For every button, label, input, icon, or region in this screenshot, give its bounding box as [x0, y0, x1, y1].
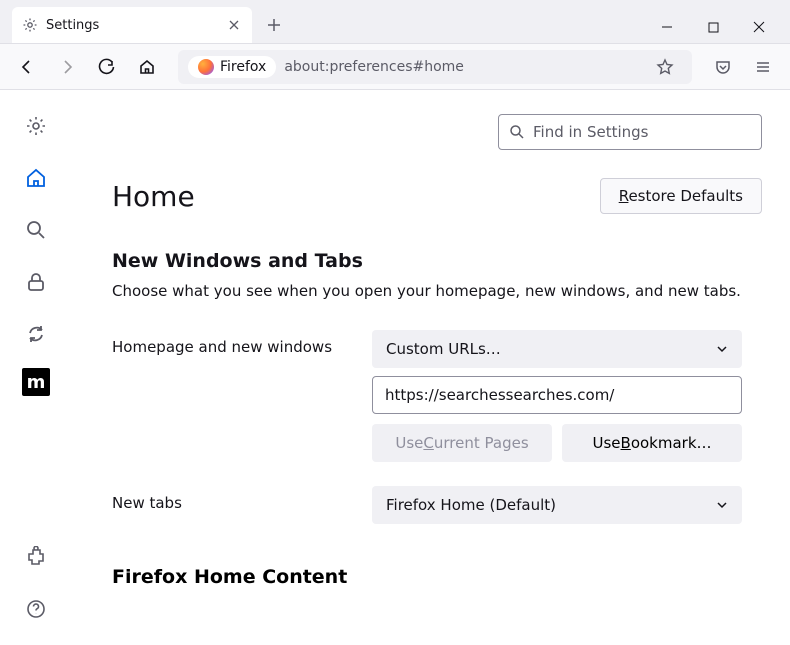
forward-button: [50, 50, 84, 84]
search-placeholder: Find in Settings: [533, 123, 648, 141]
bookmark-star-button[interactable]: [648, 50, 682, 84]
firefox-logo-icon: [198, 59, 214, 75]
titlebar: Settings: [0, 0, 790, 44]
tab-close-button[interactable]: [226, 17, 242, 33]
section-desc-windows-tabs: Choose what you see when you open your h…: [112, 282, 762, 300]
browser-tab[interactable]: Settings: [12, 7, 252, 43]
restore-defaults-button[interactable]: Restore Defaults: [600, 178, 762, 214]
app-menu-button[interactable]: [746, 50, 780, 84]
sidebar-item-more-from-mozilla[interactable]: m: [22, 368, 50, 396]
new-tab-button[interactable]: [258, 9, 290, 41]
sidebar-item-privacy[interactable]: [18, 264, 54, 300]
use-current-pages-button: Use Current Pages: [372, 424, 552, 462]
newtabs-label: New tabs: [112, 486, 360, 512]
use-bookmark-button[interactable]: Use Bookmark…: [562, 424, 742, 462]
pocket-button[interactable]: [706, 50, 740, 84]
section-title-windows-tabs: New Windows and Tabs: [112, 250, 762, 272]
identity-label: Firefox: [220, 59, 266, 75]
sidebar-item-help[interactable]: [18, 591, 54, 627]
newtabs-mode-dropdown[interactable]: Firefox Home (Default): [372, 486, 742, 524]
window-controls: [644, 11, 782, 43]
minimize-button[interactable]: [644, 11, 690, 43]
sidebar-item-extensions[interactable]: [18, 539, 54, 575]
section-title-home-content: Firefox Home Content: [112, 566, 762, 588]
dropdown-value: Firefox Home (Default): [386, 496, 556, 514]
chevron-down-icon: [716, 499, 728, 511]
preferences-main: Find in Settings Home Restore Defaults N…: [72, 90, 790, 645]
close-window-button[interactable]: [736, 11, 782, 43]
tab-title: Settings: [46, 18, 218, 33]
search-icon: [509, 124, 525, 140]
page-title: Home: [112, 180, 195, 213]
settings-search-input[interactable]: Find in Settings: [498, 114, 762, 150]
chevron-down-icon: [716, 343, 728, 355]
identity-box[interactable]: Firefox: [188, 56, 276, 78]
sidebar-item-general[interactable]: [18, 108, 54, 144]
sidebar-item-sync[interactable]: [18, 316, 54, 352]
gear-icon: [22, 17, 38, 33]
content-area: m Find in Settings Home Restore Defaults…: [0, 90, 790, 645]
homepage-mode-dropdown[interactable]: Custom URLs…: [372, 330, 742, 368]
sidebar-item-home[interactable]: [18, 160, 54, 196]
dropdown-value: Custom URLs…: [386, 340, 501, 358]
nav-toolbar: Firefox about:preferences#home: [0, 44, 790, 90]
homepage-label: Homepage and new windows: [112, 330, 360, 356]
back-button[interactable]: [10, 50, 44, 84]
home-button[interactable]: [130, 50, 164, 84]
mozilla-m-icon: m: [27, 372, 46, 393]
homepage-url-input[interactable]: [372, 376, 742, 414]
url-text: about:preferences#home: [284, 59, 464, 75]
maximize-button[interactable]: [690, 11, 736, 43]
refresh-button[interactable]: [90, 50, 124, 84]
sidebar-item-search[interactable]: [18, 212, 54, 248]
url-bar[interactable]: Firefox about:preferences#home: [178, 50, 692, 84]
preferences-sidebar: m: [0, 90, 72, 645]
